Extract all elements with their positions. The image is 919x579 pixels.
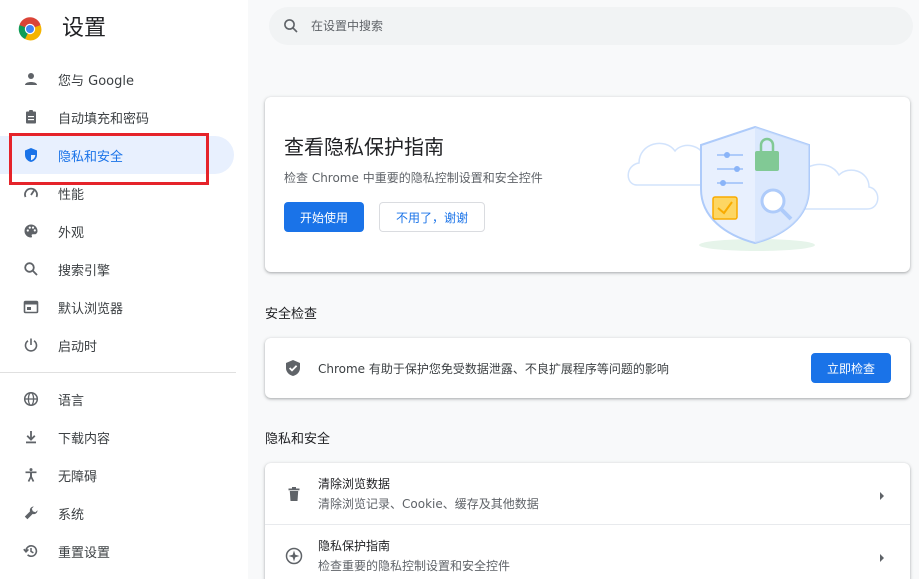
sidebar-divider [0, 372, 236, 373]
privacy-security-heading: 隐私和安全 [265, 432, 331, 447]
page-title: 设置 [62, 16, 107, 41]
privacy-guide-title: 查看隐私保护指南 [284, 135, 444, 159]
accessibility-icon [22, 466, 40, 484]
sidebar-nav-advanced: 语言 下载内容 无障碍 系统 重置设置 [0, 380, 248, 570]
clear-browsing-data-row[interactable]: 清除浏览数据 清除浏览记录、Cookie、缓存及其他数据 [265, 463, 910, 525]
search-icon [283, 18, 299, 38]
chevron-right-icon [877, 549, 887, 568]
sidebar-item-privacy-security[interactable]: 隐私和安全 [0, 136, 234, 174]
shield-illustration-icon [700, 125, 810, 245]
row-title: 隐私保护指南 [318, 539, 391, 553]
sidebar-item-performance[interactable]: 性能 [0, 174, 248, 212]
sidebar-item-label: 系统 [58, 507, 85, 523]
person-icon [22, 70, 40, 88]
reset-icon [22, 542, 40, 560]
row-subtitle: 检查重要的隐私控制设置和安全控件 [318, 559, 511, 573]
sidebar-item-label: 您与 Google [58, 73, 134, 89]
sidebar-item-default-browser[interactable]: 默认浏览器 [0, 288, 248, 326]
wrench-icon [22, 504, 40, 522]
clipboard-icon [22, 108, 40, 126]
privacy-guide-promo-card: 查看隐私保护指南 检查 Chrome 中重要的隐私控制设置和安全控件 开始使用 … [265, 97, 910, 272]
check-now-button[interactable]: 立即检查 [811, 353, 891, 383]
sidebar-item-on-startup[interactable]: 启动时 [0, 326, 248, 364]
chevron-right-icon [877, 487, 887, 506]
sidebar: 设置 您与 Google 自动填充和密码 隐私和安全 性能 外观 搜索引擎 默认… [0, 0, 248, 579]
sidebar-item-system[interactable]: 系统 [0, 494, 248, 532]
trash-icon [284, 484, 304, 504]
sidebar-item-label: 默认浏览器 [58, 301, 124, 317]
checkbox-icon [712, 196, 738, 220]
safety-check-card: Chrome 有助于保护您免受数据泄露、不良扩展程序等问题的影响 立即检查 [265, 338, 910, 398]
no-thanks-button[interactable]: 不用了，谢谢 [379, 202, 485, 232]
sidebar-item-search-engine[interactable]: 搜索引擎 [0, 250, 248, 288]
sidebar-nav-main: 您与 Google 自动填充和密码 隐私和安全 性能 外观 搜索引擎 默认浏览器… [0, 60, 248, 364]
privacy-guide-description: 检查 Chrome 中重要的隐私控制设置和安全控件 [284, 171, 543, 185]
browser-window-icon [22, 298, 40, 316]
shield-check-icon [284, 359, 302, 381]
start-guide-button[interactable]: 开始使用 [284, 202, 364, 232]
row-title: 清除浏览数据 [318, 477, 391, 491]
shield-icon [22, 146, 40, 164]
globe-icon [22, 390, 40, 408]
sidebar-item-label: 搜索引擎 [58, 263, 111, 279]
sidebar-item-label: 外观 [58, 225, 85, 241]
sidebar-item-accessibility[interactable]: 无障碍 [0, 456, 248, 494]
sidebar-item-you-and-google[interactable]: 您与 Google [0, 60, 248, 98]
search-icon [22, 260, 40, 278]
search-input[interactable] [311, 7, 891, 45]
chrome-logo-icon [18, 17, 42, 41]
sidebar-item-label: 语言 [58, 393, 85, 409]
sidebar-item-label: 性能 [58, 187, 85, 203]
privacy-guide-illustration [627, 125, 879, 251]
compass-icon [284, 546, 304, 566]
sidebar-item-reset-settings[interactable]: 重置设置 [0, 532, 248, 570]
row-subtitle: 清除浏览记录、Cookie、缓存及其他数据 [318, 497, 539, 511]
sidebar-item-downloads[interactable]: 下载内容 [0, 418, 248, 456]
sidebar-item-autofill[interactable]: 自动填充和密码 [0, 98, 248, 136]
search-bar[interactable] [269, 7, 913, 45]
chrome-logo [18, 14, 42, 44]
speedometer-icon [22, 184, 40, 202]
sidebar-item-label: 自动填充和密码 [58, 111, 150, 127]
download-icon [22, 428, 40, 446]
sidebar-item-label: 下载内容 [58, 431, 111, 447]
sidebar-item-label: 隐私和安全 [58, 149, 124, 165]
palette-icon [22, 222, 40, 240]
sidebar-item-label: 重置设置 [58, 545, 111, 561]
safety-check-description: Chrome 有助于保护您免受数据泄露、不良扩展程序等问题的影响 [318, 362, 669, 376]
sidebar-item-label: 启动时 [58, 339, 98, 355]
sidebar-item-languages[interactable]: 语言 [0, 380, 248, 418]
privacy-security-card: 清除浏览数据 清除浏览记录、Cookie、缓存及其他数据 隐私保护指南 检查重要… [265, 463, 910, 579]
safety-check-heading: 安全检查 [265, 307, 318, 322]
sidebar-item-appearance[interactable]: 外观 [0, 212, 248, 250]
privacy-guide-row[interactable]: 隐私保护指南 检查重要的隐私控制设置和安全控件 [265, 525, 910, 579]
sidebar-item-label: 无障碍 [58, 469, 98, 485]
power-icon [22, 336, 40, 354]
